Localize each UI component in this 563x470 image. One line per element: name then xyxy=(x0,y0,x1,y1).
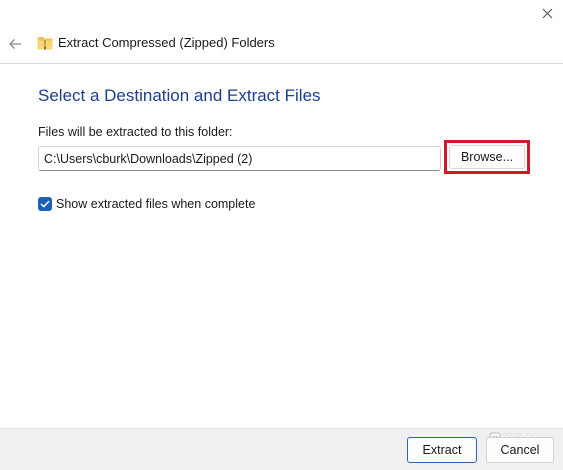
destination-path-input[interactable] xyxy=(38,146,441,171)
back-arrow-icon xyxy=(9,39,21,49)
checkmark-icon xyxy=(40,200,50,208)
extract-button[interactable]: Extract xyxy=(407,437,477,463)
zipped-folder-icon xyxy=(37,37,53,50)
destination-label: Files will be extracted to this folder: xyxy=(38,125,233,139)
page-heading: Select a Destination and Extract Files xyxy=(38,86,321,105)
header-divider xyxy=(0,63,563,64)
show-files-label[interactable]: Show extracted files when complete xyxy=(56,197,255,211)
browse-button[interactable]: Browse... xyxy=(449,145,525,169)
back-button[interactable] xyxy=(4,33,26,55)
close-icon xyxy=(542,8,552,18)
cancel-button[interactable]: Cancel xyxy=(486,437,554,463)
show-files-checkbox[interactable] xyxy=(38,197,52,211)
close-button[interactable] xyxy=(531,0,563,26)
footer-bar xyxy=(0,428,563,470)
window-title: Extract Compressed (Zipped) Folders xyxy=(58,35,275,50)
extract-dialog: Extract Compressed (Zipped) Folders Sele… xyxy=(0,0,563,470)
